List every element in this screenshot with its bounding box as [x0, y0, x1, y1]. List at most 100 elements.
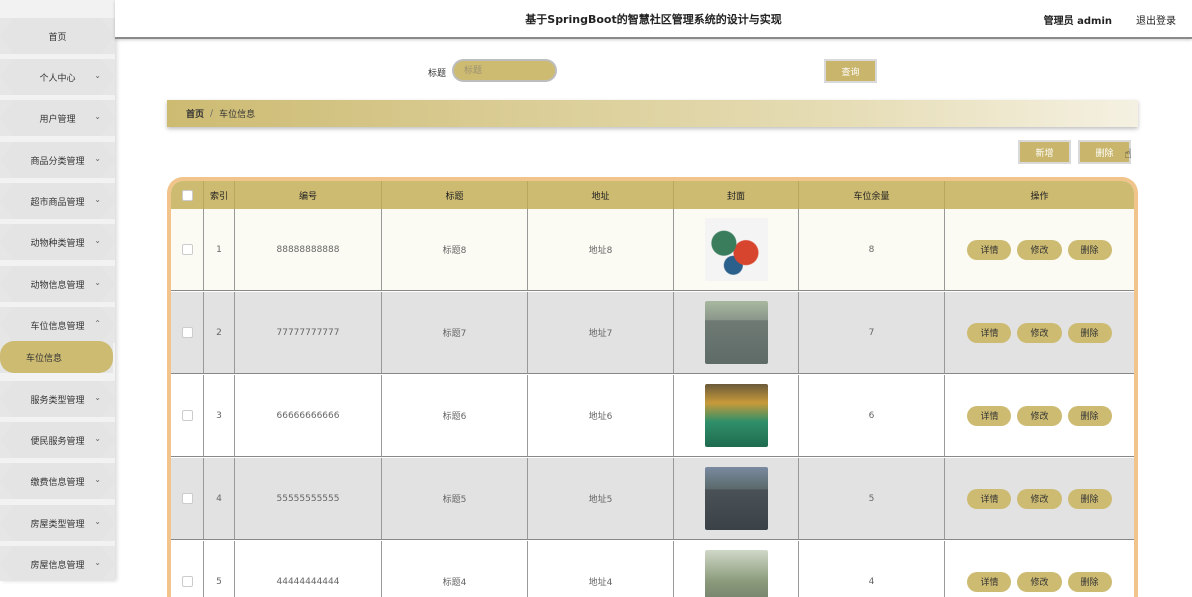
sidebar-item-label: 缴费信息管理 [30, 477, 85, 488]
select-cell [171, 375, 204, 456]
sidebar-item[interactable]: 动物种类管理 ⌄ [0, 224, 115, 260]
cover-image [704, 218, 768, 281]
detail-button[interactable]: 详情 [967, 239, 1012, 260]
chevron-down-icon: ⌄ [94, 154, 101, 163]
sidebar-item-label: 动物种类管理 [30, 238, 85, 249]
detail-button[interactable]: 详情 [967, 322, 1012, 343]
sidebar-item[interactable]: 车位信息 [0, 341, 113, 373]
address-cell: 地址7 [528, 292, 674, 373]
detail-button[interactable]: 详情 [967, 488, 1012, 509]
edit-button[interactable]: 修改 [1017, 405, 1062, 426]
title-cell: 标题8 [382, 209, 528, 290]
select-cell [171, 458, 204, 539]
address-cell: 地址8 [528, 209, 674, 290]
breadcrumb-current: 车位信息 [219, 110, 256, 120]
edit-button[interactable]: 修改 [1017, 322, 1062, 343]
remaining-cell: 5 [799, 458, 945, 539]
edit-button[interactable]: 修改 [1017, 571, 1062, 592]
title-cell: 标题5 [382, 458, 528, 539]
sidebar-item-label: 服务类型管理 [30, 395, 85, 406]
page-title: 基于SpringBoot的智慧社区管理系统的设计与实现 [525, 13, 782, 26]
row-checkbox[interactable] [181, 493, 193, 504]
sidebar-item[interactable]: 动物信息管理 ⌄ [0, 266, 115, 302]
index-cell: 3 [204, 375, 235, 456]
delete-button[interactable]: 删除 [1067, 405, 1112, 426]
sidebar-item[interactable]: 商品分类管理 ⌄ [0, 142, 115, 178]
select-cell [171, 541, 204, 597]
operations-cell: 详情 修改 删除 [945, 375, 1134, 456]
title-search-input[interactable] [452, 59, 557, 82]
chevron-down-icon: ⌄ [94, 558, 101, 567]
table-row: 1 88888888888 标题8 地址8 8 详情 修改 删除 [171, 209, 1134, 291]
sidebar-item-label: 车位信息 [26, 353, 63, 364]
code-cell: 44444444444 [235, 541, 382, 597]
index-cell: 1 [204, 209, 235, 290]
sidebar-item[interactable]: 车位信息管理 ⌃ [0, 307, 115, 343]
row-checkbox[interactable] [181, 327, 193, 338]
cover-cell [674, 375, 799, 456]
delete-button[interactable]: 删除 [1067, 488, 1112, 509]
sidebar-item[interactable]: 首页 [0, 18, 115, 54]
operations-cell: 详情 修改 删除 [945, 209, 1134, 290]
cover-image [704, 467, 768, 530]
delete-button[interactable]: 删除 [1067, 239, 1112, 260]
sidebar-item-label: 房屋信息管理 [30, 560, 85, 571]
detail-button[interactable]: 详情 [967, 571, 1012, 592]
address-cell: 地址5 [528, 458, 674, 539]
remaining-cell: 4 [799, 541, 945, 597]
sidebar: 首页 个人中心 ⌄ 用户管理 ⌄ 商品分类管理 ⌄ 超市商品管理 ⌄ 动物种类管理 ⌄ 动物信息管理 ⌄… [0, 0, 115, 581]
index-cell: 5 [204, 541, 235, 597]
breadcrumb: 首页 / 车位信息 [167, 100, 1138, 127]
select-cell [171, 292, 204, 373]
sidebar-item[interactable]: 超市商品管理 ⌄ [0, 183, 115, 219]
row-checkbox[interactable] [181, 244, 193, 255]
table-row: 3 66666666666 标题6 地址6 6 详情 修改 删除 [171, 375, 1134, 457]
cover-image [704, 550, 768, 597]
edit-button[interactable]: 修改 [1017, 239, 1062, 260]
sidebar-item[interactable]: 房屋类型管理 ⌄ [0, 505, 115, 541]
sidebar-item[interactable]: 房屋信息管理 ⌄ [0, 546, 115, 581]
breadcrumb-home[interactable]: 首页 [186, 107, 204, 120]
cover-cell [674, 209, 799, 290]
operations-cell: 详情 修改 删除 [945, 292, 1134, 373]
detail-button[interactable]: 详情 [967, 405, 1012, 426]
select-all-cell [171, 181, 204, 209]
column-header: 标题 [382, 181, 528, 209]
add-button[interactable]: 新增 [1018, 140, 1071, 164]
chevron-down-icon: ⌄ [94, 475, 101, 484]
remaining-cell: 8 [799, 209, 945, 290]
title-cell: 标题6 [382, 375, 528, 456]
chevron-up-icon: ⌃ [94, 319, 101, 328]
delete-button[interactable]: 删除 [1067, 571, 1112, 592]
table-header: 索引 编号 标题 地址 封面 车位余量 操作 [171, 181, 1134, 209]
sidebar-item[interactable]: 缴费信息管理 ⌄ [0, 463, 115, 499]
row-checkbox[interactable] [181, 410, 193, 421]
sidebar-item[interactable]: 便民服务管理 ⌄ [0, 422, 115, 458]
column-header: 地址 [528, 181, 674, 209]
delete-button[interactable]: 删除 [1067, 322, 1112, 343]
sidebar-item[interactable]: 服务类型管理 ⌄ [0, 381, 115, 417]
sidebar-item[interactable]: 个人中心 ⌄ [0, 59, 115, 95]
chevron-down-icon: ⌄ [94, 71, 101, 80]
index-cell: 2 [204, 292, 235, 373]
remaining-cell: 7 [799, 292, 945, 373]
sidebar-item-label: 超市商品管理 [30, 197, 85, 208]
sidebar-item-label: 便民服务管理 [30, 436, 85, 447]
select-all-checkbox[interactable] [181, 189, 193, 201]
cover-cell [674, 292, 799, 373]
index-cell: 4 [204, 458, 235, 539]
address-cell: 地址4 [528, 541, 674, 597]
column-header: 封面 [674, 181, 799, 209]
sidebar-item-label: 房屋类型管理 [30, 519, 85, 530]
logout-link[interactable]: 退出登录 [1136, 12, 1176, 27]
sidebar-item-label: 车位信息管理 [30, 321, 85, 332]
query-button[interactable]: 查询 [824, 59, 877, 83]
chevron-down-icon: ⌄ [94, 278, 101, 287]
title-cell: 标题7 [382, 292, 528, 373]
mouse-cursor-icon: ☝ [1124, 147, 1132, 162]
row-checkbox[interactable] [181, 576, 193, 587]
sidebar-item[interactable]: 用户管理 ⌄ [0, 100, 115, 136]
edit-button[interactable]: 修改 [1017, 488, 1062, 509]
sidebar-item-label: 动物信息管理 [30, 280, 85, 291]
current-user: 管理员 admin [1043, 16, 1112, 27]
